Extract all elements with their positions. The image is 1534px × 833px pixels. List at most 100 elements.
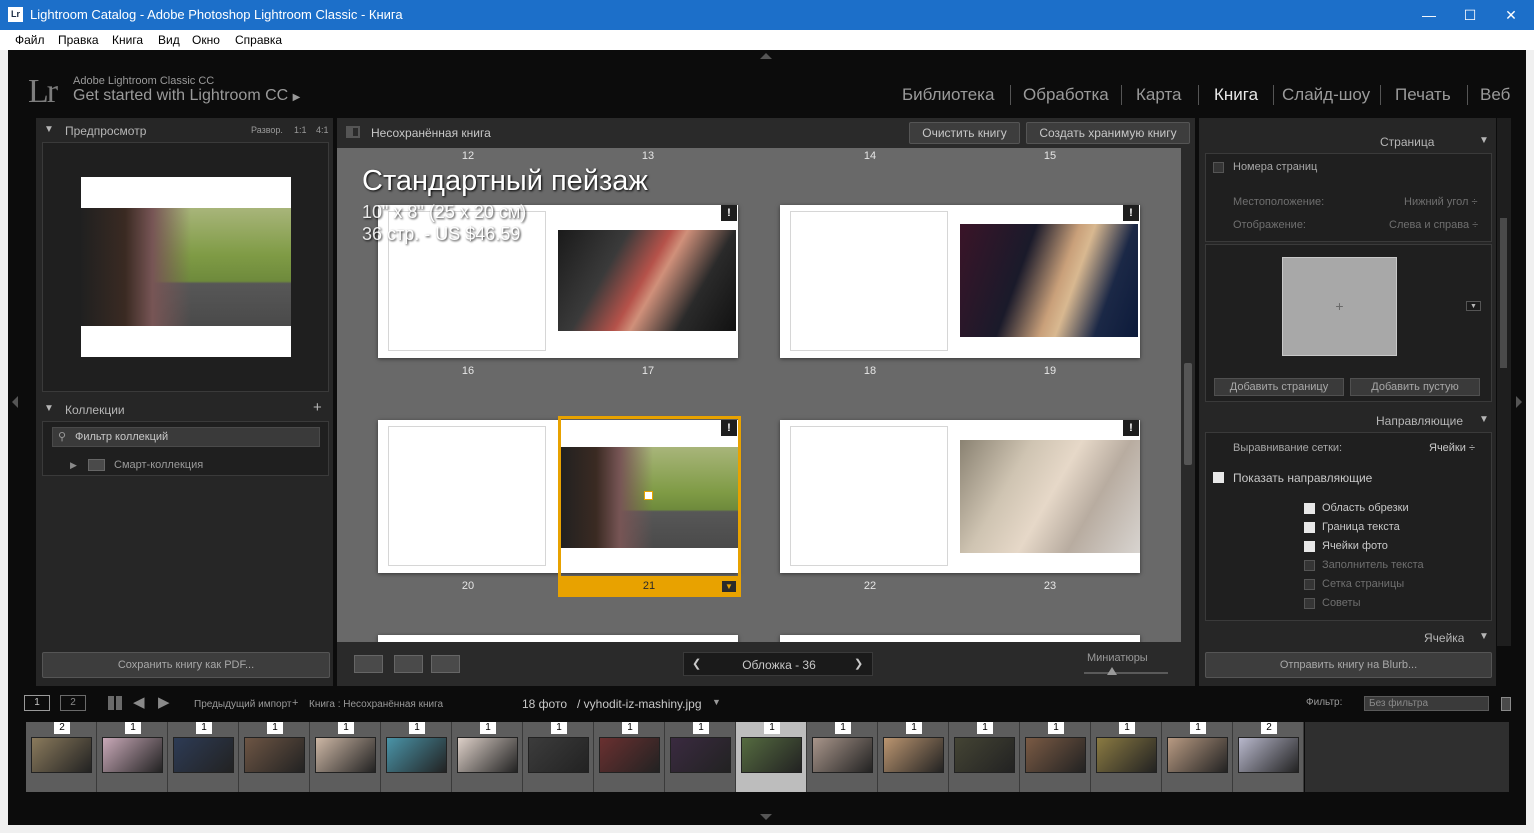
- preview-toggle-icon[interactable]: ▼: [44, 124, 54, 135]
- send-to-blurb-button[interactable]: Отправить книгу на Blurb...: [1205, 652, 1492, 678]
- single-page-view-icon[interactable]: [431, 655, 460, 673]
- photo-cell-empty[interactable]: [790, 426, 948, 566]
- page-options-icon[interactable]: ▼: [722, 581, 736, 592]
- page-photo[interactable]: [960, 224, 1138, 337]
- maximize-button[interactable]: ☐: [1447, 0, 1493, 30]
- identity-bottom[interactable]: Get started with Lightroom CC ▶: [73, 87, 300, 105]
- guide-checkbox[interactable]: [1304, 579, 1315, 590]
- guides-section-toggle-icon[interactable]: ▼: [1479, 414, 1489, 425]
- save-pdf-button[interactable]: Сохранить книгу как PDF...: [42, 652, 330, 678]
- filmstrip-thumb[interactable]: 1: [1091, 722, 1162, 792]
- spread-22-23[interactable]: !: [780, 420, 1140, 573]
- forward-arrow-icon[interactable]: ▶: [158, 693, 170, 711]
- page-numbers-checkbox[interactable]: [1213, 162, 1224, 173]
- guide-checkbox[interactable]: [1304, 522, 1315, 533]
- canvas-scrollbar[interactable]: [1181, 148, 1195, 642]
- smart-collection-item[interactable]: Смарт-коллекция: [114, 459, 203, 471]
- filmstrip-thumb[interactable]: 1: [807, 722, 878, 792]
- file-dropdown-icon[interactable]: ▼: [712, 697, 721, 707]
- slider-handle-icon[interactable]: [1107, 667, 1117, 675]
- menu-help[interactable]: Справка: [235, 33, 282, 47]
- filmstrip-thumb[interactable]: 2: [26, 722, 97, 792]
- selected-page-21[interactable]: [558, 416, 741, 597]
- module-web[interactable]: Веб: [1480, 85, 1510, 105]
- prev-page-button[interactable]: ❮: [692, 657, 701, 670]
- filmstrip-thumb[interactable]: 1: [594, 722, 665, 792]
- warning-icon[interactable]: !: [1123, 205, 1139, 221]
- filmstrip-thumb[interactable]: 1: [381, 722, 452, 792]
- scroll-thumb[interactable]: [1184, 363, 1192, 465]
- menu-edit[interactable]: Правка: [58, 33, 99, 47]
- guide-checkbox[interactable]: [1304, 598, 1315, 609]
- thumbnails-slider[interactable]: [1084, 672, 1168, 674]
- filmstrip-thumb[interactable]: 1: [168, 722, 239, 792]
- filmstrip-thumb[interactable]: 1: [523, 722, 594, 792]
- warning-icon[interactable]: !: [721, 420, 737, 436]
- filmstrip-thumb[interactable]: 2: [1233, 722, 1304, 792]
- module-print[interactable]: Печать: [1395, 85, 1451, 105]
- preview-4-1-option[interactable]: 4:1: [316, 125, 329, 135]
- collections-toggle-icon[interactable]: ▼: [44, 403, 54, 414]
- spread-24-25[interactable]: [378, 635, 738, 642]
- filmstrip-thumb[interactable]: 1: [452, 722, 523, 792]
- page-photo[interactable]: [960, 440, 1140, 553]
- show-guides-checkbox[interactable]: [1213, 472, 1224, 483]
- collapse-bottom-icon[interactable]: [760, 814, 772, 820]
- next-page-button[interactable]: ❯: [854, 657, 863, 670]
- filmstrip-thumb[interactable]: 1: [239, 722, 310, 792]
- module-map[interactable]: Карта: [1136, 85, 1182, 105]
- filmstrip-thumb[interactable]: 1: [1162, 722, 1233, 792]
- photo-cell-empty[interactable]: [388, 426, 546, 566]
- cell-handle[interactable]: [644, 491, 653, 500]
- close-button[interactable]: ✕: [1488, 0, 1534, 30]
- filmstrip-thumb[interactable]: 1: [949, 722, 1020, 792]
- collection-filter-input[interactable]: ⚲ Фильтр коллекций: [52, 427, 320, 447]
- warning-icon[interactable]: !: [1123, 420, 1139, 436]
- filmstrip-thumb[interactable]: 1: [1020, 722, 1091, 792]
- guide-checkbox[interactable]: [1304, 541, 1315, 552]
- add-page-button[interactable]: Добавить страницу: [1214, 378, 1344, 396]
- page-photo[interactable]: [558, 230, 736, 331]
- collapse-right-icon[interactable]: [1516, 396, 1522, 408]
- second-window-button[interactable]: 2: [60, 695, 86, 711]
- minimize-button[interactable]: —: [1406, 0, 1452, 30]
- collapse-top-icon[interactable]: [760, 53, 772, 59]
- filmstrip-thumb[interactable]: 1: [878, 722, 949, 792]
- guide-checkbox[interactable]: [1304, 503, 1315, 514]
- create-saved-book-button[interactable]: Создать хранимую книгу: [1026, 122, 1190, 144]
- module-library[interactable]: Библиотека: [902, 85, 994, 105]
- cell-section-toggle-icon[interactable]: ▼: [1479, 631, 1489, 642]
- menu-window[interactable]: Окно: [192, 33, 220, 47]
- add-collection-icon[interactable]: +: [313, 399, 322, 416]
- clear-book-button[interactable]: Очистить книгу: [909, 122, 1020, 144]
- menu-book[interactable]: Книга: [112, 33, 143, 47]
- back-arrow-icon[interactable]: ◀: [133, 693, 145, 711]
- module-book[interactable]: Книга: [1214, 85, 1258, 105]
- photo-cell-empty[interactable]: [790, 211, 948, 351]
- spread-view-icon[interactable]: [394, 655, 423, 673]
- page-section-toggle-icon[interactable]: ▼: [1479, 135, 1489, 146]
- filmstrip-thumb[interactable]: 1: [97, 722, 168, 792]
- menu-file[interactable]: Файл: [15, 33, 45, 47]
- filmstrip-thumb[interactable]: 1: [665, 722, 736, 792]
- right-scrollbar[interactable]: [1497, 118, 1511, 646]
- expand-icon[interactable]: ▶: [70, 460, 77, 471]
- spread-26-27[interactable]: [780, 635, 1140, 642]
- menu-view[interactable]: Вид: [158, 33, 180, 47]
- display-select[interactable]: Слева и справа ÷: [1389, 219, 1478, 231]
- preview-1-1-option[interactable]: 1:1: [294, 125, 307, 135]
- collapse-left-icon[interactable]: [12, 396, 18, 408]
- module-develop[interactable]: Обработка: [1023, 85, 1109, 105]
- multi-page-view-icon[interactable]: [354, 655, 383, 673]
- main-window-button[interactable]: 1: [24, 695, 50, 711]
- filter-select[interactable]: Без фильтра: [1364, 696, 1489, 711]
- layout-dropdown-icon[interactable]: ▼: [1466, 301, 1481, 311]
- guide-checkbox[interactable]: [1304, 560, 1315, 571]
- layout-template-preview[interactable]: +: [1282, 257, 1397, 356]
- grid-snap-select[interactable]: Ячейки ÷: [1429, 442, 1475, 454]
- add-blank-button[interactable]: Добавить пустую: [1350, 378, 1480, 396]
- position-select[interactable]: Нижний угол ÷: [1404, 196, 1478, 208]
- filmstrip-thumb[interactable]: 1: [310, 722, 381, 792]
- filter-lock-icon[interactable]: [1501, 697, 1511, 711]
- right-scroll-thumb[interactable]: [1500, 218, 1507, 368]
